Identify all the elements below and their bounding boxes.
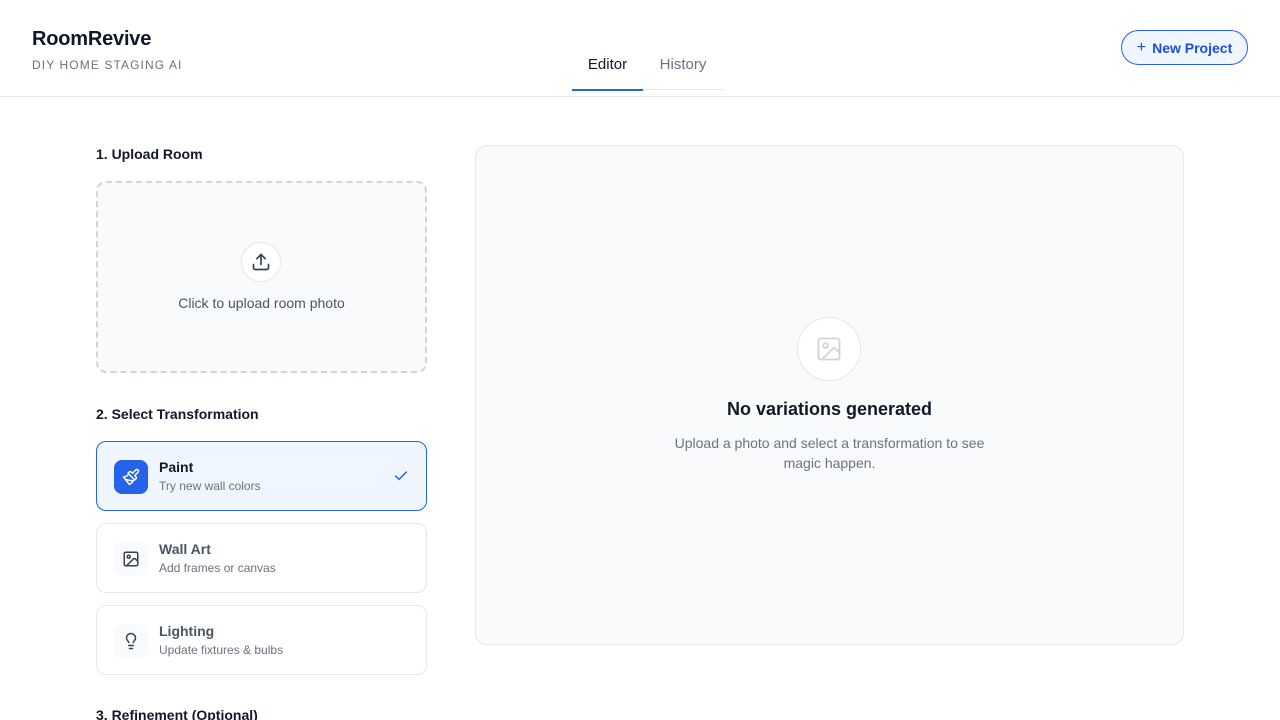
transformation-option-lighting[interactable]: Lighting Update fixtures & bulbs xyxy=(96,605,427,675)
app-title: RoomRevive xyxy=(32,28,152,50)
option-title: Wall Art xyxy=(159,541,211,557)
transformation-option-wall-art[interactable]: Wall Art Add frames or canvas xyxy=(96,523,427,593)
brand: RoomRevive DIY HOME STAGING AI xyxy=(32,27,182,72)
refine-section-title: 3. Refinement (Optional) xyxy=(96,707,258,720)
preview-panel: No variations generated Upload a photo a… xyxy=(475,145,1184,645)
tab-history[interactable]: History xyxy=(643,40,723,90)
image-icon xyxy=(114,542,148,576)
transform-section-title: 2. Select Transformation xyxy=(96,406,259,422)
upload-section-title: 1. Upload Room xyxy=(96,146,203,162)
option-desc: Add frames or canvas xyxy=(159,561,276,575)
transformation-option-paint[interactable]: Paint Try new wall colors xyxy=(96,441,427,511)
check-icon xyxy=(393,468,409,489)
option-desc: Try new wall colors xyxy=(159,479,261,493)
app-subtitle: DIY HOME STAGING AI xyxy=(32,58,183,72)
main-tabs: Editor History xyxy=(572,40,723,91)
option-title: Paint xyxy=(159,459,194,475)
tab-editor[interactable]: Editor xyxy=(572,40,643,91)
paintbrush-icon xyxy=(114,460,148,494)
image-placeholder-icon xyxy=(797,317,861,381)
new-project-button[interactable]: + New Project xyxy=(1121,30,1248,65)
upload-prompt: Click to upload room photo xyxy=(178,295,345,311)
lightbulb-icon xyxy=(114,624,148,658)
plus-icon: + xyxy=(1136,38,1147,56)
option-desc: Update fixtures & bulbs xyxy=(159,643,284,657)
app-header: RoomRevive DIY HOME STAGING AI Editor Hi… xyxy=(0,0,1280,97)
empty-state-title: No variations generated xyxy=(726,399,933,419)
empty-state-desc: Upload a photo and select a transformati… xyxy=(674,435,985,471)
option-title: Lighting xyxy=(159,623,215,639)
upload-icon xyxy=(241,242,281,282)
new-project-label: New Project xyxy=(1152,39,1233,56)
upload-dropzone[interactable]: Click to upload room photo xyxy=(96,181,427,373)
